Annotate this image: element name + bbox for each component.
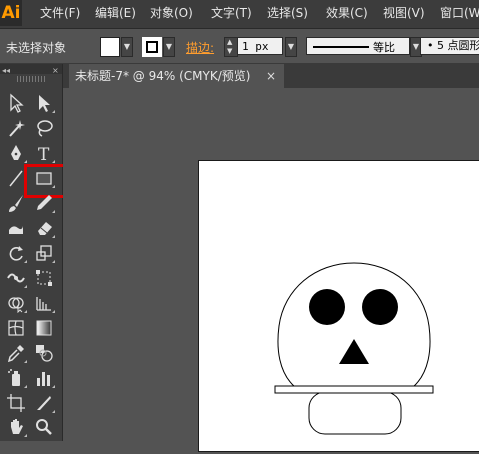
stroke-swatch-inner bbox=[146, 41, 158, 53]
shape-builder-tool-icon[interactable] bbox=[4, 292, 28, 314]
tool-flyout-corner bbox=[52, 410, 55, 413]
menu-type[interactable]: 文字(T) bbox=[211, 0, 252, 26]
tool-flyout-corner bbox=[52, 235, 55, 238]
skull-left-eye[interactable] bbox=[309, 289, 345, 325]
close-tab-icon[interactable]: × bbox=[266, 64, 276, 88]
collapse-arrows-icon[interactable]: ◂◂ × bbox=[0, 65, 62, 75]
tool-flyout-corner bbox=[24, 285, 27, 288]
svg-text:×: × bbox=[52, 66, 59, 75]
tool-flyout-corner bbox=[24, 434, 27, 437]
skull-artwork[interactable] bbox=[199, 161, 479, 451]
mesh-tool-icon[interactable] bbox=[4, 317, 28, 339]
illustrator-logo[interactable]: Ai bbox=[0, 0, 22, 26]
magic-wand-tool-icon[interactable] bbox=[4, 117, 28, 139]
artboard[interactable] bbox=[198, 160, 479, 452]
blend-tool-icon[interactable] bbox=[32, 342, 56, 364]
brush-definition[interactable]: • 5 点圆形 bbox=[420, 37, 479, 55]
eraser-tool-icon[interactable] bbox=[32, 217, 56, 239]
direct-selection-tool-icon[interactable] bbox=[32, 92, 56, 114]
skull-right-eye[interactable] bbox=[362, 289, 398, 325]
stroke-label[interactable]: 描边: bbox=[186, 39, 214, 56]
menu-effect[interactable]: 效果(C) bbox=[326, 0, 368, 26]
menu-object[interactable]: 对象(O) bbox=[150, 0, 193, 26]
menu-bar: Ai 文件(F) 编辑(E) 对象(O) 文字(T) 选择(S) 效果(C) 视… bbox=[0, 0, 479, 29]
menu-file[interactable]: 文件(F) bbox=[40, 0, 80, 26]
stroke-dropdown-icon[interactable]: ▼ bbox=[163, 37, 175, 57]
perspective-grid-tool-icon[interactable] bbox=[32, 292, 56, 314]
tool-flyout-corner bbox=[24, 360, 27, 363]
tool-flyout-corner bbox=[24, 385, 27, 388]
slice-tool-icon[interactable] bbox=[32, 392, 56, 414]
pen-tool-icon[interactable] bbox=[4, 142, 28, 164]
tool-flyout-corner bbox=[52, 385, 55, 388]
variable-width-profile[interactable]: 等比 bbox=[306, 37, 410, 55]
control-bar: 未选择对象 ▼ ▼ 描边: ▲ ▼ 1 px ▼ 等比 ▼ • 5 点圆形 bbox=[0, 29, 479, 64]
skull-bar-shape[interactable] bbox=[274, 385, 434, 394]
menu-window[interactable]: 窗口(W) bbox=[440, 0, 479, 26]
stroke-weight-stepper[interactable]: ▲ ▼ bbox=[224, 37, 238, 57]
tools-panel: ◂◂ × T bbox=[0, 64, 69, 441]
blob-brush-tool-icon[interactable] bbox=[4, 217, 28, 239]
tool-flyout-corner bbox=[52, 160, 55, 163]
tools-grip[interactable] bbox=[17, 76, 45, 82]
pencil-tool-icon[interactable] bbox=[32, 192, 56, 214]
tool-flyout-corner bbox=[52, 260, 55, 263]
menu-view[interactable]: 视图(V) bbox=[383, 0, 425, 26]
stroke-color-swatch[interactable] bbox=[142, 37, 162, 57]
stroke-weight-field[interactable]: 1 px bbox=[237, 37, 283, 55]
artboard-tool-icon[interactable] bbox=[4, 392, 28, 414]
tool-flyout-corner bbox=[52, 110, 55, 113]
tool-flyout-corner bbox=[24, 310, 27, 313]
tool-flyout-corner bbox=[52, 310, 55, 313]
tool-flyout-corner bbox=[24, 160, 27, 163]
zoom-tool-icon[interactable] bbox=[32, 416, 56, 438]
canvas-area[interactable] bbox=[63, 88, 479, 452]
document-tab[interactable]: 未标题-7* @ 94% (CMYK/预览) × bbox=[69, 64, 284, 88]
profile-line bbox=[313, 46, 369, 48]
svg-text:T: T bbox=[38, 145, 50, 163]
paintbrush-tool-icon[interactable] bbox=[4, 192, 28, 214]
rotate-tool-icon[interactable] bbox=[4, 242, 28, 264]
selection-tool-icon[interactable] bbox=[4, 92, 28, 114]
free-transform-tool-icon[interactable] bbox=[32, 267, 56, 289]
scale-tool-icon[interactable] bbox=[32, 242, 56, 264]
symbol-sprayer-tool-icon[interactable] bbox=[4, 367, 28, 389]
tool-flyout-corner bbox=[52, 210, 55, 213]
gradient-tool-icon[interactable] bbox=[32, 317, 56, 339]
document-tab-bar: 未标题-7* @ 94% (CMYK/预览) × bbox=[63, 64, 479, 88]
svg-text:◂◂: ◂◂ bbox=[2, 66, 10, 75]
hand-tool-icon[interactable] bbox=[4, 416, 28, 438]
stepper-up-icon[interactable]: ▲ bbox=[227, 38, 232, 46]
stepper-down-icon[interactable]: ▼ bbox=[227, 47, 232, 55]
tool-flyout-corner bbox=[24, 260, 27, 263]
fill-color-swatch[interactable] bbox=[100, 37, 120, 57]
fill-dropdown-icon[interactable]: ▼ bbox=[121, 37, 133, 57]
document-tab-title: 未标题-7* @ 94% (CMYK/预览) bbox=[75, 69, 251, 83]
skull-jaw-shape[interactable] bbox=[308, 391, 402, 435]
skull-cranium-shape[interactable] bbox=[277, 262, 431, 388]
profile-label: 等比 bbox=[373, 41, 395, 54]
stroke-weight-dropdown-icon[interactable]: ▼ bbox=[285, 37, 297, 57]
width-tool-icon[interactable] bbox=[4, 267, 28, 289]
type-tool-icon[interactable]: T bbox=[32, 142, 56, 164]
menu-select[interactable]: 选择(S) bbox=[267, 0, 308, 26]
column-graph-tool-icon[interactable] bbox=[32, 367, 56, 389]
eyedropper-tool-icon[interactable] bbox=[4, 342, 28, 364]
tools-panel-header[interactable]: ◂◂ × bbox=[0, 64, 62, 75]
lasso-tool-icon[interactable] bbox=[32, 117, 56, 139]
menu-edit[interactable]: 编辑(E) bbox=[95, 0, 136, 26]
selection-status: 未选择对象 bbox=[6, 41, 67, 55]
